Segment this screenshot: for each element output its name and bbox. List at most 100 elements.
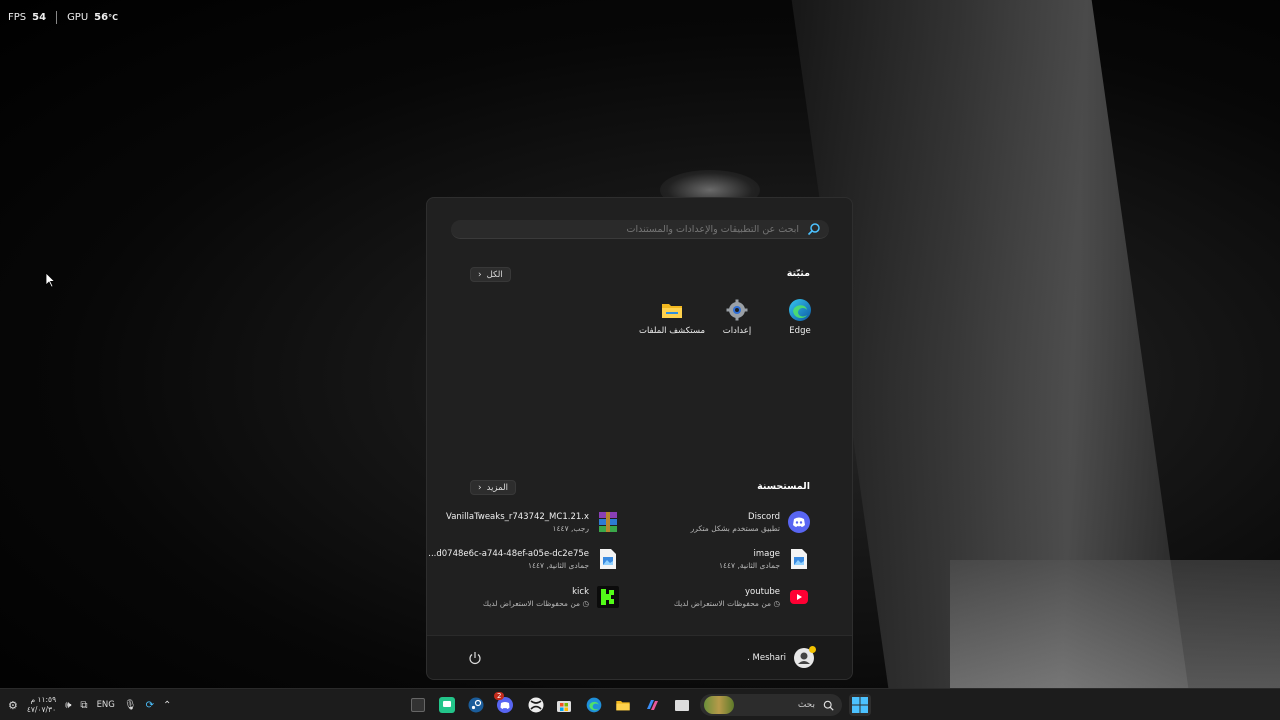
pinned-app-label: Edge [789, 326, 811, 336]
pinned-app-file-explorer[interactable]: مستكشف الملفات [638, 298, 706, 336]
recommended-item-d0748e6c[interactable]: d0748e6c-a744-48ef-a05e-dc2e75e... جمادى… [428, 548, 619, 570]
more-label: المزيد [486, 482, 508, 493]
taskbar-search-box[interactable]: بحث [700, 694, 842, 716]
language-indicator[interactable]: ENG [97, 700, 115, 710]
recommended-item-subtitle: ◷ من محفوظات الاستعراض لديك [483, 599, 589, 608]
recommended-item-title: image [753, 548, 780, 559]
taskbar-app-xbox[interactable] [525, 694, 547, 716]
system-tray: ⚙ ١١:٥٩ م ٤٧/٠٧/٣٠ 🕪 ⧉ ENG 🎙 ⟳ ⌃ [8, 695, 171, 715]
copilot-icon [647, 700, 658, 710]
taskbar-app-copilot[interactable] [641, 694, 663, 716]
recommended-item-subtitle-text: من محفوظات الاستعراض لديك [482, 598, 581, 608]
gpu-temp-value: 56 [94, 12, 109, 23]
recommended-item-title: kick [572, 586, 589, 597]
all-apps-label: الكل [486, 269, 503, 280]
history-icon: ◷ [771, 598, 780, 608]
edge-icon [586, 697, 602, 713]
taskbar-app-window[interactable] [671, 694, 693, 716]
avatar-badge-icon [809, 646, 816, 653]
more-button[interactable]: المزيد ‹ [470, 480, 516, 495]
clock[interactable]: ١١:٥٩ م ٤٧/٠٧/٣٠ [27, 695, 56, 715]
recommended-item-subtitle: جمادى الثانية, ١٤٤٧ [718, 560, 780, 570]
recommended-item-kick[interactable]: kick ◷ من محفوظات الاستعراض لديك [483, 586, 619, 608]
start-menu-footer: Meshari . [427, 635, 852, 679]
folder-icon [662, 304, 682, 318]
chat-app-icon [439, 697, 455, 713]
recommended-item-image[interactable]: image جمادى الثانية, ١٤٤٧ [719, 548, 810, 570]
search-icon [807, 223, 820, 236]
pinned-app-edge[interactable]: Edge [768, 298, 832, 336]
gpu-temp-unit: °C [108, 13, 118, 22]
kick-icon [597, 586, 619, 608]
recommended-item-title: youtube [745, 586, 780, 597]
mouse-cursor-icon [45, 272, 56, 288]
recommended-item-title: Discord [748, 511, 780, 522]
winrar-icon [597, 511, 619, 533]
taskbar-app-capture[interactable] [407, 694, 429, 716]
fps-value: 54 [32, 12, 47, 23]
start-menu: مثبّتة الكل ‹ Edge إعدادات مستك [426, 197, 853, 680]
gpu-label: GPU [67, 12, 89, 23]
user-account-button[interactable]: Meshari . [747, 646, 816, 668]
discord-icon [788, 511, 810, 533]
pinned-app-label: إعدادات [722, 326, 752, 336]
gear-tray-icon[interactable]: ⚙ [8, 699, 18, 712]
chevron-left-icon: ‹ [478, 482, 482, 493]
wallpaper-floor [950, 560, 1280, 688]
windows-logo-icon [852, 697, 868, 713]
folder-icon [616, 701, 630, 711]
pinned-title: مثبّتة [786, 268, 810, 279]
taskbar: ⚙ ١١:٥٩ م ٤٧/٠٧/٣٠ 🕪 ⧉ ENG 🎙 ⟳ ⌃ 2 بحث [0, 688, 1280, 720]
taskbar-app-edge[interactable] [583, 694, 605, 716]
taskbar-app-steam[interactable] [465, 694, 487, 716]
store-icon [557, 701, 571, 712]
start-search-input[interactable] [499, 223, 799, 235]
chevron-left-icon: ‹ [478, 269, 482, 280]
clock-time: ١١:٥٩ م [30, 695, 57, 704]
user-name: Meshari . [747, 653, 786, 663]
performance-overlay: FPS 54 GPU 56°C [8, 11, 118, 24]
search-highlight-image [704, 696, 734, 714]
chevron-up-icon[interactable]: ⌃ [163, 700, 171, 711]
recommended-item-vanillatweaks[interactable]: VanillaTweaks_r743742_MC1.21.x رجب, ١٤٤٧ [446, 511, 619, 533]
recommended-item-subtitle: تطبيق مستخدم بشكل متكرر [690, 523, 780, 533]
recommended-title: المستحسنة [757, 481, 810, 492]
youtube-icon [788, 586, 810, 608]
sync-icon[interactable]: ⟳ [146, 700, 154, 711]
fps-label: FPS [8, 12, 27, 23]
recommended-item-title: VanillaTweaks_r743742_MC1.21.x [446, 511, 589, 522]
taskbar-app-chat[interactable] [436, 694, 458, 716]
xbox-icon [528, 697, 544, 713]
overlay-divider [56, 11, 58, 24]
recommended-item-title: d0748e6c-a744-48ef-a05e-dc2e75e... [428, 548, 589, 559]
taskbar-search-label: بحث [797, 700, 815, 710]
clock-date: ٤٧/٠٧/٣٠ [26, 705, 57, 714]
microphone-icon[interactable]: 🎙 [124, 700, 137, 711]
steam-icon [468, 697, 484, 713]
all-apps-button[interactable]: الكل ‹ [470, 267, 511, 282]
taskbar-app-discord[interactable]: 2 [494, 692, 516, 716]
power-icon[interactable] [467, 650, 483, 666]
pinned-app-label: مستكشف الملفات [638, 326, 706, 336]
recommended-item-discord[interactable]: Discord تطبيق مستخدم بشكل متكرر [691, 511, 810, 533]
recommended-item-youtube[interactable]: youtube ◷ من محفوظات الاستعراض لديك [674, 586, 810, 608]
image-file-icon [788, 548, 810, 570]
volume-icon[interactable]: 🕪 [65, 700, 71, 711]
recommended-item-subtitle-text: من محفوظات الاستعراض لديك [673, 598, 772, 608]
recommended-item-subtitle: جمادى الثانية, ١٤٤٧ [527, 560, 589, 570]
network-icon[interactable]: ⧉ [80, 700, 87, 711]
gear-icon [726, 299, 748, 321]
edge-icon [789, 299, 811, 321]
recommended-item-subtitle: ◷ من محفوظات الاستعراض لديك [674, 599, 780, 608]
window-icon [675, 699, 689, 711]
search-icon [823, 700, 834, 711]
avatar [794, 646, 816, 668]
app-icon [411, 698, 425, 712]
history-icon: ◷ [580, 598, 589, 608]
taskbar-app-store[interactable] [553, 694, 575, 716]
pinned-app-settings[interactable]: إعدادات [705, 298, 769, 336]
start-search-box[interactable] [451, 220, 829, 239]
taskbar-app-file-explorer[interactable] [612, 694, 634, 716]
image-file-icon [597, 548, 619, 570]
start-button[interactable] [849, 694, 871, 716]
